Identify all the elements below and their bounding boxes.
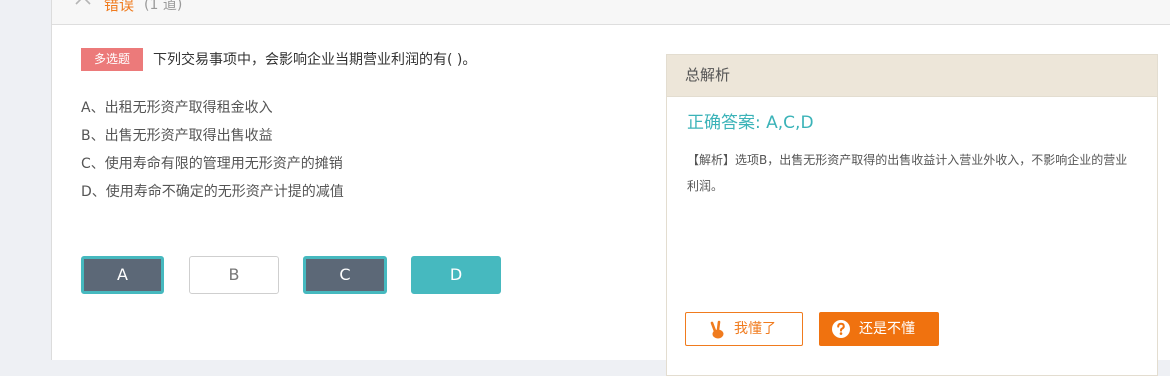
- victory-hand-icon: [710, 320, 724, 339]
- section-count: (1 道): [144, 0, 183, 13]
- answer-button-a[interactable]: A: [81, 256, 164, 294]
- option-b: B、出售无形资产取得出售收益: [81, 128, 273, 144]
- chevron-up-icon[interactable]: [74, 0, 92, 10]
- not-understood-label: 还是不懂: [859, 321, 915, 337]
- analysis-panel: 总解析 正确答案: A,C,D 【解析】选项B，出售无形资产取得的出售收益计入营…: [666, 54, 1158, 376]
- understood-button[interactable]: 我懂了: [685, 312, 803, 346]
- question-type-badge: 多选题: [81, 48, 143, 71]
- wrong-section-header[interactable]: 错误 (1 道): [52, 0, 1170, 25]
- option-a: A、出租无形资产取得租金收入: [81, 100, 273, 116]
- answer-button-c[interactable]: C: [303, 256, 387, 294]
- not-understood-button[interactable]: 还是不懂: [819, 312, 939, 346]
- section-title: 错误: [104, 0, 135, 14]
- understood-label: 我懂了: [734, 321, 776, 337]
- answer-button-b[interactable]: B: [189, 256, 279, 294]
- analysis-explanation: 【解析】选项B，出售无形资产取得的出售收益计入营业外收入，不影响企业的营业利润。: [687, 153, 1128, 193]
- answer-button-d[interactable]: D: [411, 256, 501, 294]
- analysis-title: 总解析: [667, 55, 1157, 97]
- question-panel: 错误 (1 道) 多选题 下列交易事项中，会影响企业当期营业利润的有( )。 A…: [51, 0, 1170, 376]
- question-text: 下列交易事项中，会影响企业当期营业利润的有( )。: [153, 52, 477, 68]
- question-circle-icon: [832, 320, 850, 338]
- correct-answer: 正确答案: A,C,D: [687, 113, 814, 133]
- option-c: C、使用寿命有限的管理用无形资产的摊销: [81, 156, 343, 172]
- option-d: D、使用寿命不确定的无形资产计提的减值: [81, 184, 344, 200]
